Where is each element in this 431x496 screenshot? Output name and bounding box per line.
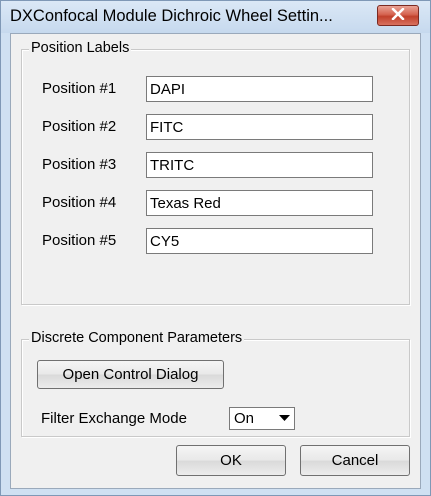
position-5-label: Position #5 <box>42 232 117 249</box>
open-control-dialog-button[interactable]: Open Control Dialog <box>37 360 224 389</box>
position-2-label: Position #2 <box>42 118 117 135</box>
position-row-4: Position #4 <box>22 190 409 216</box>
title-bar[interactable]: DXConfocal Module Dichroic Wheel Settin.… <box>1 1 430 33</box>
close-button[interactable] <box>377 5 419 26</box>
position-row-1: Position #1 <box>22 76 409 102</box>
filter-exchange-mode-label: Filter Exchange Mode <box>41 410 187 427</box>
filter-exchange-mode-select[interactable]: On <box>229 407 295 430</box>
position-4-input[interactable] <box>146 190 373 216</box>
chevron-down-icon[interactable] <box>275 408 294 429</box>
dialog-window: DXConfocal Module Dichroic Wheel Settin.… <box>0 0 431 496</box>
position-row-5: Position #5 <box>22 228 409 254</box>
dialog-client-area: Position Labels Position #1 Position #2 … <box>10 33 421 489</box>
discrete-params-group-title: Discrete Component Parameters <box>29 330 245 346</box>
discrete-params-group: Discrete Component Parameters Open Contr… <box>21 330 410 437</box>
ok-button[interactable]: OK <box>176 445 286 476</box>
position-1-label: Position #1 <box>42 80 117 97</box>
position-5-input[interactable] <box>146 228 373 254</box>
position-labels-group: Position Labels Position #1 Position #2 … <box>21 40 410 305</box>
cancel-button[interactable]: Cancel <box>300 445 410 476</box>
position-4-label: Position #4 <box>42 194 117 211</box>
position-1-input[interactable] <box>146 76 373 102</box>
window-title: DXConfocal Module Dichroic Wheel Settin.… <box>10 7 333 25</box>
close-icon <box>391 7 405 25</box>
position-3-label: Position #3 <box>42 156 117 173</box>
position-row-2: Position #2 <box>22 114 409 140</box>
position-row-3: Position #3 <box>22 152 409 178</box>
position-3-input[interactable] <box>146 152 373 178</box>
filter-exchange-mode-value: On <box>234 410 255 427</box>
position-2-input[interactable] <box>146 114 373 140</box>
position-labels-group-title: Position Labels <box>29 40 132 56</box>
